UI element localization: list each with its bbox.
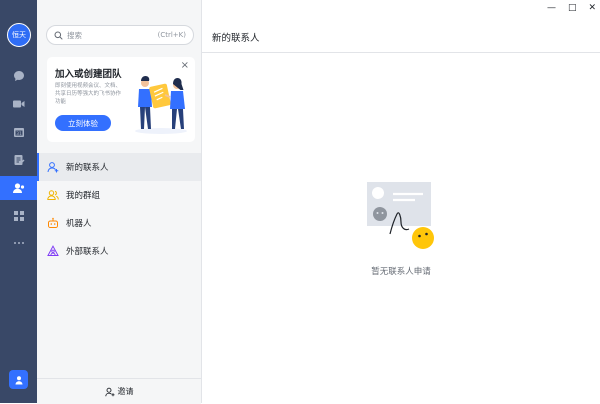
avatar-text: 恒天 <box>12 31 26 39</box>
bot-icon <box>47 217 59 229</box>
nav-label: 机器人 <box>66 219 92 229</box>
main-content: — □ ✕ 新的联系人 暂无联系人申请 <box>202 0 600 403</box>
add-user-icon <box>104 387 115 397</box>
nav-item-bots[interactable]: 机器人 <box>37 209 201 237</box>
search-icon <box>54 31 63 40</box>
docs-icon[interactable] <box>0 148 37 172</box>
try-now-button[interactable]: 立刻体验 <box>55 115 111 131</box>
contacts-icon[interactable] <box>0 176 37 200</box>
search-input[interactable]: 搜索 (Ctrl+K) <box>46 25 194 45</box>
empty-state-illustration <box>367 182 434 249</box>
chat-icon[interactable] <box>0 64 37 88</box>
invite-label: 邀请 <box>117 387 134 396</box>
maximize-icon[interactable]: □ <box>568 3 577 13</box>
apps-icon[interactable] <box>0 204 37 228</box>
more-icon[interactable] <box>0 231 37 255</box>
promo-description: 即刻使用视频会议、文档、共享日历等强大的飞书协作功能 <box>55 83 122 105</box>
header-divider <box>202 52 600 53</box>
nav-label: 外部联系人 <box>66 247 109 257</box>
search-placeholder: 搜索 <box>67 30 82 40</box>
promo-title: 加入或创建团队 <box>55 69 122 80</box>
new-contact-icon <box>47 161 59 173</box>
profile-icon[interactable] <box>9 370 28 389</box>
empty-state-text: 暂无联系人申请 <box>371 267 431 277</box>
window-controls: — □ ✕ <box>547 0 596 15</box>
search-shortcut: (Ctrl+K) <box>157 31 186 39</box>
nav-label: 新的联系人 <box>66 163 109 173</box>
nav-item-my-groups[interactable]: 我的群组 <box>37 181 201 209</box>
active-indicator <box>37 153 39 181</box>
groups-icon <box>47 189 59 201</box>
page-title: 新的联系人 <box>212 33 260 44</box>
svg-text:31: 31 <box>16 131 22 137</box>
user-avatar[interactable]: 恒天 <box>7 23 31 47</box>
close-icon[interactable]: × <box>181 61 189 71</box>
invite-button[interactable]: 邀请 <box>37 378 201 404</box>
team-illustration <box>135 76 187 134</box>
external-contact-icon <box>47 245 59 257</box>
nav-item-external-contacts[interactable]: 外部联系人 <box>37 237 201 265</box>
nav-item-new-contacts[interactable]: 新的联系人 <box>37 153 201 181</box>
contacts-panel: 搜索 (Ctrl+K) × 加入或创建团队 即刻使用视频会议、文档、共享日历等强… <box>37 0 202 404</box>
minimize-icon[interactable]: — <box>547 3 556 13</box>
close-window-icon[interactable]: ✕ <box>588 3 596 13</box>
promo-card: × 加入或创建团队 即刻使用视频会议、文档、共享日历等强大的飞书协作功能 立刻体… <box>47 57 195 142</box>
calendar-icon[interactable]: 31 <box>0 120 37 144</box>
video-icon[interactable] <box>0 92 37 116</box>
app-rail: 恒天 31 <box>0 0 37 403</box>
nav-label: 我的群组 <box>66 191 101 201</box>
